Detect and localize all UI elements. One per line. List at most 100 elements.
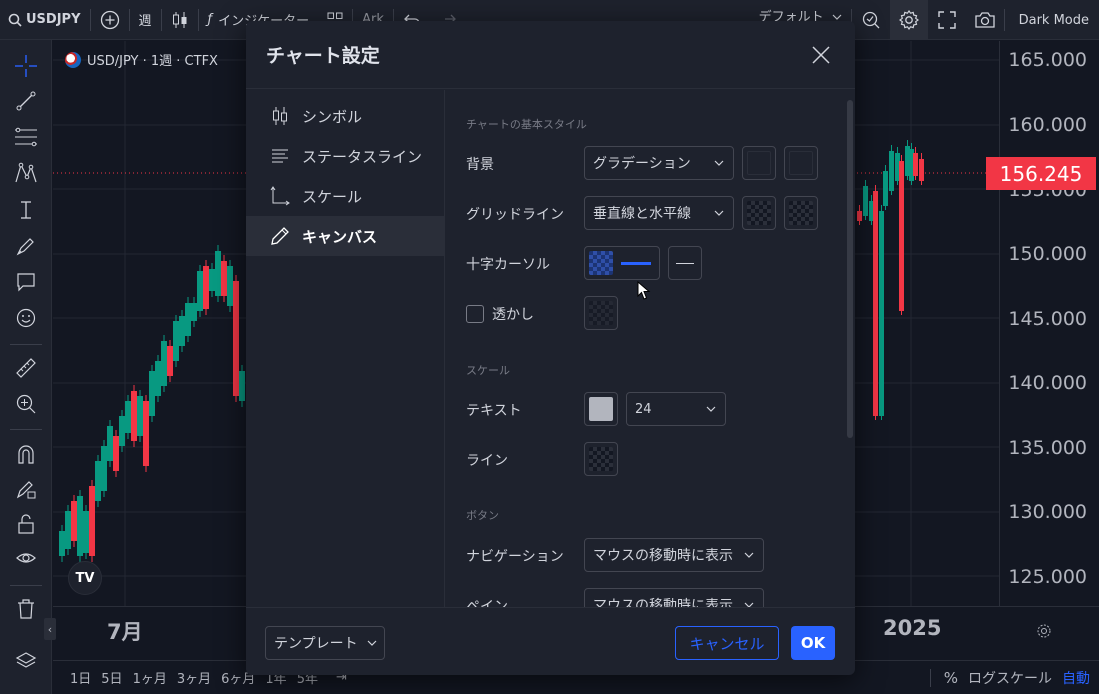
- range-button[interactable]: 5日: [96, 668, 127, 687]
- watermark-color[interactable]: [584, 296, 618, 330]
- nav-item-symbol[interactable]: シンボル: [246, 96, 445, 136]
- camera-icon: [974, 12, 995, 28]
- grid-type-select[interactable]: 垂直線と水平線: [584, 196, 734, 230]
- background-color-1[interactable]: [742, 146, 776, 180]
- nav-item-canvas[interactable]: キャンバス: [246, 216, 445, 256]
- text-tool[interactable]: [13, 197, 39, 223]
- legend-label: USD/JPY · 1週 · CTFX: [87, 54, 218, 69]
- pane-visibility-select[interactable]: マウスの移動時に表示: [584, 588, 764, 607]
- select-value: マウスの移動時に表示: [593, 548, 733, 564]
- nav-item-scale[interactable]: スケール: [246, 176, 445, 216]
- crosshair-color-select[interactable]: [584, 246, 660, 280]
- price-scale[interactable]: 165.000 160.000 155.000 150.000 145.000 …: [999, 41, 1099, 606]
- close-icon[interactable]: [809, 43, 833, 67]
- hide-drawings-tool[interactable]: [13, 546, 39, 572]
- object-tree-tool[interactable]: [13, 648, 39, 674]
- chevron-down-icon: [714, 210, 724, 216]
- dialog-header: チャート設定: [246, 21, 855, 89]
- percent-toggle[interactable]: %: [939, 669, 963, 687]
- ok-button[interactable]: OK: [791, 626, 835, 660]
- fullscreen-button[interactable]: [928, 0, 966, 40]
- section-heading: スケール: [466, 364, 510, 377]
- candle-body: [227, 266, 233, 306]
- settings-button[interactable]: [889, 0, 928, 40]
- settings-scrollbar[interactable]: [847, 100, 853, 438]
- quick-search-button[interactable]: [852, 0, 890, 40]
- chart-legend: USD/JPY · 1週 · CTFX: [65, 50, 218, 69]
- dark-mode-toggle[interactable]: Dark Mode: [1005, 0, 1099, 40]
- tradingview-logo[interactable]: TV: [68, 561, 102, 595]
- crosshair-tool[interactable]: [13, 53, 39, 79]
- candle-body: [209, 269, 215, 291]
- zoom-tool[interactable]: [13, 391, 39, 417]
- price-level-label: 140.000: [1008, 372, 1087, 394]
- watermark-checkbox[interactable]: [466, 305, 484, 323]
- comment-icon: [17, 273, 35, 292]
- lock-all-tool[interactable]: [13, 511, 39, 537]
- range-button[interactable]: 1ヶ月: [128, 668, 172, 687]
- annotation-tool[interactable]: [13, 269, 39, 295]
- range-button[interactable]: 1日: [65, 668, 96, 687]
- symbol-search[interactable]: USDJPY: [0, 0, 90, 40]
- interval-button[interactable]: 週: [130, 0, 161, 40]
- scale-text-color[interactable]: [584, 392, 618, 426]
- eye-icon: [16, 553, 36, 563]
- cancel-button[interactable]: キャンセル: [675, 626, 779, 660]
- toolbar-divider: [929, 668, 931, 687]
- background-type-select[interactable]: グラデーション: [584, 146, 734, 180]
- candle-body: [863, 186, 868, 216]
- compare-button[interactable]: [91, 0, 129, 40]
- navigation-visibility-select[interactable]: マウスの移動時に表示: [584, 538, 764, 572]
- candle-body: [203, 266, 209, 309]
- candle-body: [173, 321, 179, 361]
- scale-line-color[interactable]: [584, 442, 618, 476]
- price-level-label: 135.000: [1008, 437, 1087, 459]
- candle-body: [233, 281, 239, 396]
- time-label: 7月: [107, 620, 143, 644]
- collapse-toolbar-button[interactable]: ‹: [44, 618, 56, 640]
- measure-tool[interactable]: [13, 355, 39, 381]
- color-fill: [589, 301, 613, 325]
- chevron-down-icon: [367, 640, 377, 646]
- screenshot-button[interactable]: [966, 0, 1004, 40]
- trendline-tool[interactable]: [13, 88, 39, 114]
- nav-item-status-line[interactable]: ステータスライン: [246, 136, 445, 176]
- template-button[interactable]: テンプレート: [265, 626, 385, 660]
- dialog-title: チャート設定: [266, 45, 380, 67]
- price-level-label: 125.000: [1008, 566, 1087, 588]
- candle-body: [883, 171, 888, 206]
- candle-body: [239, 371, 245, 401]
- chart-type-button[interactable]: [162, 0, 198, 40]
- candle-body: [95, 461, 101, 501]
- lock-drawing-tool[interactable]: [13, 476, 39, 502]
- candle-body: [919, 159, 924, 181]
- nav-item-label: ステータスライン: [302, 147, 423, 166]
- magnet-tool[interactable]: [13, 441, 39, 467]
- toolbar-divider: [10, 429, 42, 430]
- range-button[interactable]: 3ヶ月: [172, 668, 216, 687]
- crosshair-line-style[interactable]: [668, 246, 702, 280]
- brush-tool[interactable]: [13, 233, 39, 259]
- candle-body: [149, 371, 155, 416]
- axis-settings-icon[interactable]: [1036, 623, 1052, 639]
- status-line-icon: [268, 144, 292, 168]
- pencil-lock-icon: [16, 481, 36, 499]
- template-label: テンプレート: [274, 636, 358, 652]
- emoji-tool[interactable]: [13, 305, 39, 331]
- candle-body: [913, 153, 918, 176]
- lock-icon: [18, 514, 34, 534]
- font-size-select[interactable]: 24: [626, 392, 726, 426]
- auto-scale-toggle[interactable]: 自動: [1057, 668, 1095, 688]
- grid-vertical-color[interactable]: [742, 196, 776, 230]
- color-fill: [747, 151, 771, 175]
- fib-tool[interactable]: [13, 124, 39, 150]
- grid-horizontal-color[interactable]: [784, 196, 818, 230]
- toolbar-divider: [10, 585, 42, 586]
- pattern-tool[interactable]: [13, 160, 39, 186]
- color-fill: [789, 201, 813, 225]
- candle-body: [107, 426, 113, 461]
- candle-body: [65, 511, 71, 549]
- log-scale-toggle[interactable]: ログスケール: [963, 668, 1057, 688]
- background-color-2[interactable]: [784, 146, 818, 180]
- remove-drawings-tool[interactable]: [13, 596, 39, 622]
